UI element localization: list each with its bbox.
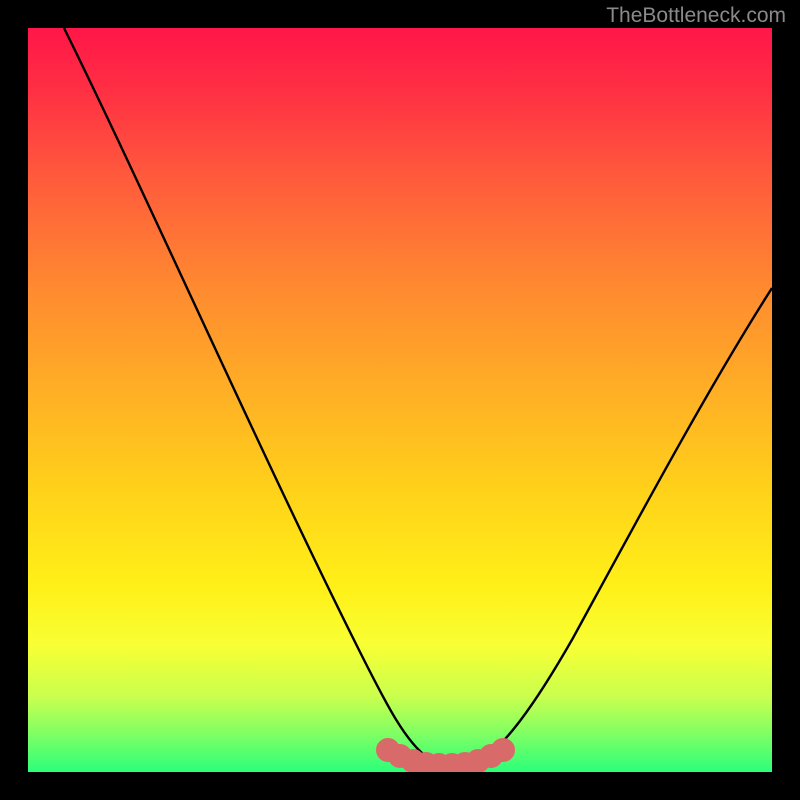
minimum-marker: [28, 712, 772, 772]
bottleneck-curve: [28, 28, 772, 772]
plot-area: [28, 28, 772, 772]
chart-frame: TheBottleneck.com: [0, 0, 800, 800]
watermark-text: TheBottleneck.com: [606, 4, 786, 28]
